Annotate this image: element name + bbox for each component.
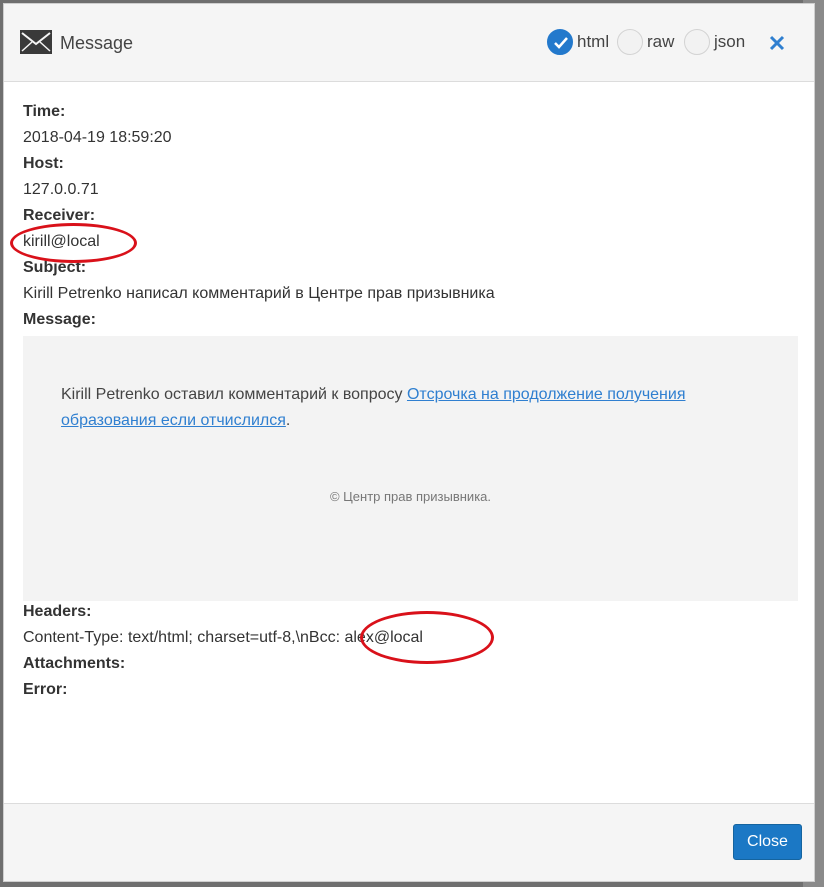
error-label: Error:	[23, 681, 68, 698]
modal-body: Time: 2018-04-19 18:59:20 Host: 127.0.0.…	[4, 82, 814, 804]
message-footer: © Центр прав призывника.	[329, 489, 492, 504]
annotation-ellipse-bcc	[360, 611, 494, 664]
message-intro: Kirill Petrenko оставил комментарий к во…	[61, 386, 407, 403]
format-option-json[interactable]: json	[684, 28, 745, 56]
message-preview: Kirill Petrenko оставил комментарий к во…	[23, 336, 798, 601]
time-value: 2018-04-19 18:59:20	[23, 129, 172, 146]
format-label-html[interactable]: html	[577, 32, 609, 52]
format-label-json[interactable]: json	[714, 32, 745, 52]
attachments-label: Attachments:	[23, 655, 126, 672]
modal-title: Message	[60, 33, 134, 53]
host-label: Host:	[23, 155, 64, 172]
envelope-icon	[20, 30, 52, 54]
modal-header: Message html raw json	[4, 4, 814, 82]
checkmark-icon[interactable]	[547, 29, 573, 55]
headers-label: Headers:	[23, 603, 92, 620]
close-icon[interactable]	[768, 34, 786, 52]
host-value: 127.0.0.71	[23, 181, 99, 198]
time-label: Time:	[23, 103, 66, 120]
message-label: Message:	[23, 311, 96, 328]
format-option-html[interactable]: html	[547, 28, 609, 56]
annotation-ellipse-receiver	[10, 223, 137, 263]
format-label-raw[interactable]: raw	[647, 32, 674, 52]
message-modal: Message html raw json Time: 2018-04-19 1…	[3, 3, 815, 882]
close-button[interactable]: Close	[733, 824, 802, 860]
subject-value: Kirill Petrenko написал комментарий в Це…	[23, 285, 495, 302]
format-option-raw[interactable]: raw	[617, 28, 674, 56]
radio-icon[interactable]	[617, 29, 643, 55]
message-after-link: .	[285, 412, 291, 429]
radio-icon[interactable]	[684, 29, 710, 55]
message-text: Kirill Petrenko оставил комментарий к во…	[61, 382, 761, 434]
modal-footer: Close	[4, 803, 814, 881]
